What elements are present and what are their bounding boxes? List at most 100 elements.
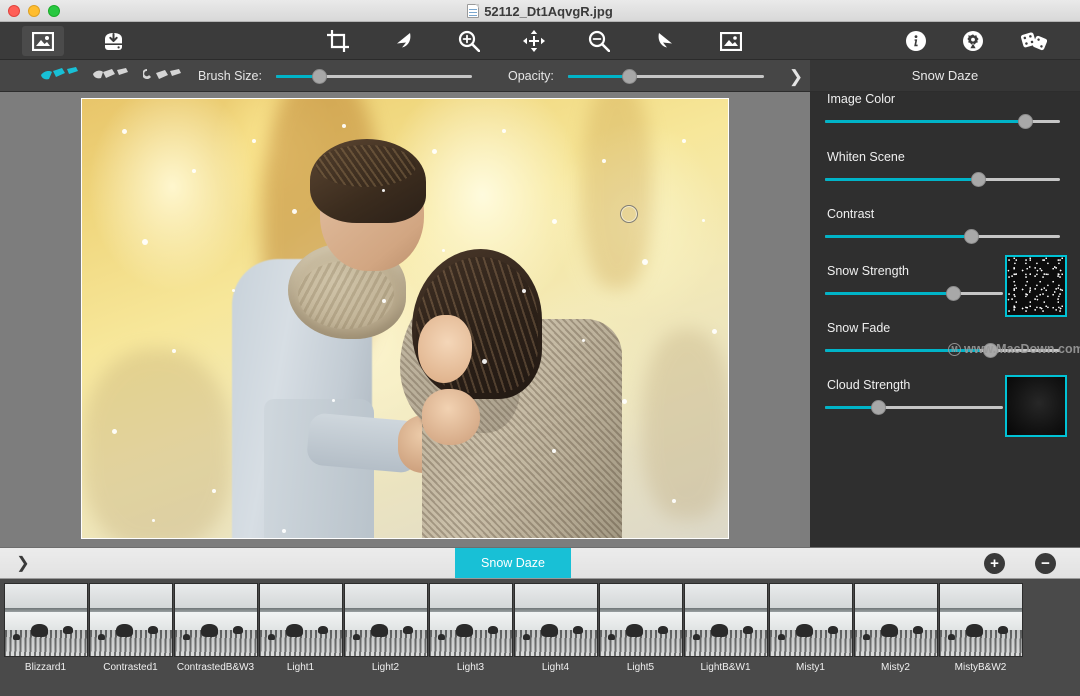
preset-thumbnail[interactable] [3,583,88,657]
thumb-animal [880,624,898,637]
preset-item[interactable]: Light4 [513,583,598,673]
adjustments-panel: Image Color Whiten Scene Contrast Snow S… [810,92,1080,547]
thumb-sky [174,584,257,608]
zoom-out-icon[interactable] [578,26,620,56]
active-preset-button[interactable]: Snow Daze [455,548,571,578]
slider-label-snow-strength: Snow Strength [827,264,909,278]
preset-thumbnail-strip[interactable]: Blizzard1 Contrasted1 ContrastedB&W3 Light1… [0,579,1080,696]
image-color-slider[interactable] [825,112,1060,130]
undo-icon[interactable] [382,26,424,56]
slider-knob[interactable] [871,400,887,415]
preset-label: Blizzard1 [24,662,67,673]
slider-knob[interactable] [963,229,979,244]
opacity-slider[interactable] [568,67,764,85]
preset-item[interactable]: Light1 [258,583,343,673]
preset-item[interactable]: LightB&W1 [683,583,768,673]
preset-thumbnail[interactable] [598,583,683,657]
cloud-strength-slider[interactable] [825,398,1003,416]
preset-thumbnail[interactable] [853,583,938,657]
thumb-sky [514,584,597,608]
slider-knob[interactable] [621,69,637,84]
preset-item[interactable]: Light5 [598,583,683,673]
preset-thumbnail[interactable] [258,583,343,657]
preset-item[interactable]: Blizzard1 [3,583,88,673]
random-dice-icon[interactable] [1013,26,1055,56]
thumb-sky [599,584,682,608]
brush-size-slider[interactable] [276,67,472,85]
thumb-animal [30,624,48,637]
slider-label-snow-fade: Snow Fade [827,321,891,335]
whiten-scene-slider[interactable] [825,170,1060,188]
open-image-icon[interactable] [22,26,64,56]
thumb-animal [742,626,753,634]
slider-knob[interactable] [946,286,962,301]
preset-thumbnail[interactable] [768,583,853,657]
thumb-animal [437,634,445,640]
zoom-in-icon[interactable] [448,26,490,56]
thumb-animal [352,634,360,640]
preset-thumbnail[interactable] [513,583,598,657]
slider-knob[interactable] [1017,114,1033,129]
preset-item[interactable]: ContrastedB&W3 [173,583,258,673]
redo-icon[interactable] [645,26,687,56]
chevron-down-icon[interactable]: ❯ [12,554,34,574]
slider-label-image-color: Image Color [827,92,896,106]
preset-thumbnail[interactable] [88,583,173,657]
thumb-animal [97,634,105,640]
remove-preset-button[interactable]: − [1035,553,1056,574]
contrast-slider[interactable] [825,227,1060,245]
preset-thumbnail[interactable] [173,583,258,657]
slider-fill [568,75,629,78]
save-image-icon[interactable] [92,26,134,56]
preset-item[interactable]: MistyB&W2 [938,583,1023,673]
cloud-texture-swatch[interactable] [1005,375,1067,437]
thumb-animal [572,626,583,634]
crop-icon[interactable] [317,26,359,56]
preset-thumbnail[interactable] [428,583,513,657]
preset-label: Misty1 [796,662,825,673]
chevron-right-icon[interactable]: ❯ [788,68,804,85]
preset-item[interactable]: Contrasted1 [88,583,173,673]
thumb-animal [370,624,388,637]
preset-title-bar: Snow Daze [810,60,1080,92]
preset-item[interactable]: Misty1 [768,583,853,673]
brush-reset-icon[interactable] [142,65,186,87]
preset-item[interactable]: Light2 [343,583,428,673]
thumb-sky [259,584,342,608]
preset-item[interactable]: Misty2 [853,583,938,673]
snow-texture-swatch[interactable] [1005,255,1067,317]
pan-move-icon[interactable] [513,26,555,56]
preset-label: Light2 [371,662,400,673]
macdown-logo-icon: M [948,342,961,356]
brush-paint-icon[interactable] [38,65,82,87]
add-preset-button[interactable]: + [984,553,1005,574]
preset-item[interactable]: Light3 [428,583,513,673]
brush-size-label: Brush Size: [198,69,262,83]
slider-knob[interactable] [970,172,986,187]
add-preset-label: + [990,555,999,572]
photo-frame [81,98,729,539]
preset-thumbnail[interactable] [343,583,428,657]
preset-thumbnail[interactable] [683,583,768,657]
thumb-animal [795,624,813,637]
thumb-animal [12,634,20,640]
snow-strength-slider[interactable] [825,284,1003,302]
thumb-animal [267,634,275,640]
macdown-watermark: M www.MacDown.com [948,342,1080,356]
brush-erase-icon[interactable] [90,65,134,87]
fit-image-icon[interactable] [710,26,752,56]
main-toolbar [0,22,1080,60]
settings-icon[interactable] [952,26,994,56]
preset-thumbnail[interactable] [938,583,1023,657]
image-canvas[interactable] [0,92,810,547]
info-icon[interactable] [895,26,937,56]
preset-label: Light1 [286,662,315,673]
thumb-sky [4,584,87,608]
brush-toolbar: Brush Size: Opacity: ❯ [0,60,810,92]
thumb-animal [947,634,955,640]
thumb-animal [692,634,700,640]
preset-label: Light4 [541,662,570,673]
preset-label: Misty2 [881,662,910,673]
thumb-animal [625,624,643,637]
slider-knob[interactable] [312,69,328,84]
